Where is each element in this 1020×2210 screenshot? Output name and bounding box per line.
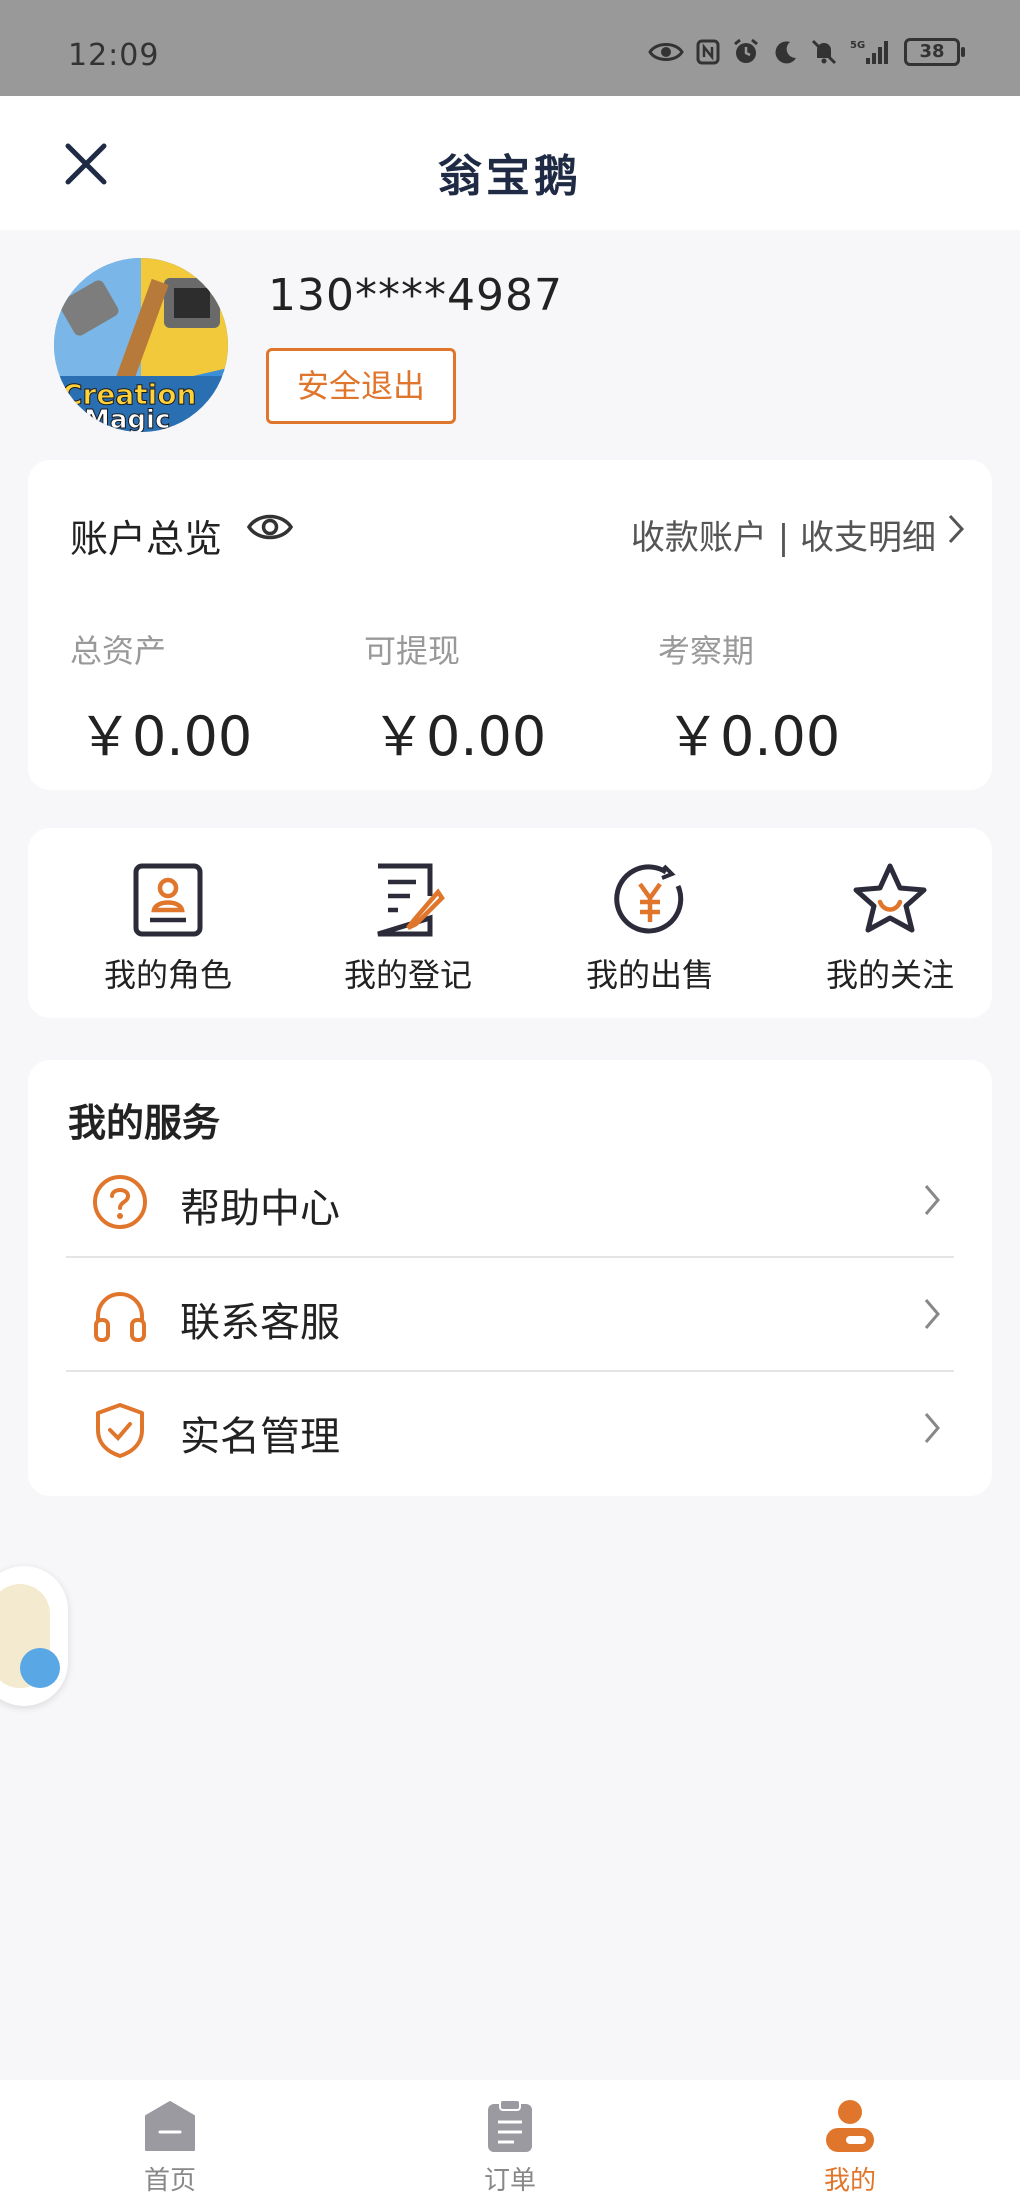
chevron-right-icon (922, 1296, 942, 1336)
service-item-real-name[interactable]: 实名管理 (66, 1372, 954, 1486)
service-item-help-center[interactable]: 帮助中心 (66, 1144, 954, 1258)
service-label-contact-support: 联系客服 (180, 1300, 340, 1346)
tab-home[interactable]: 首页 (70, 2098, 270, 2197)
total-assets-label: 总资产 (70, 632, 167, 670)
eye-toggle[interactable] (246, 510, 294, 548)
tab-profile[interactable]: 我的 (750, 2098, 950, 2197)
star-icon (853, 863, 927, 933)
floating-assistant-button[interactable] (0, 1566, 68, 1706)
svg-text:Magic: Magic (84, 405, 170, 432)
eye-icon (246, 514, 294, 540)
menu-item-my-follows[interactable]: 我的关注 (770, 862, 1010, 996)
menu-item-my-registrations[interactable]: 我的登记 (288, 862, 528, 996)
menu-label-my-follows: 我的关注 (825, 956, 954, 994)
eye-icon (648, 43, 684, 61)
user-phone: 130****4987 (268, 270, 563, 321)
floating-assistant-badge (20, 1648, 60, 1688)
total-assets-value: ￥0.00 (78, 705, 253, 768)
bottom-tab-bar: 首页 订单 我的 (0, 2080, 1020, 2210)
account-overview-card: 账户总览 收款账户 | 收支明细 总资产 ￥0.00 可提现 ￥0.00 考察期… (28, 460, 992, 790)
svg-text:5G: 5G (850, 40, 865, 51)
menu-label-my-sales: 我的出售 (585, 956, 714, 994)
review-period-value: ￥0.00 (666, 705, 841, 768)
tab-orders[interactable]: 订单 (410, 2098, 610, 2197)
chevron-right-icon (946, 512, 966, 550)
total-assets: 总资产 ￥0.00 (70, 626, 252, 771)
status-icons: 5G 38 (648, 38, 965, 66)
account-title: 账户总览 (70, 517, 223, 561)
nfc-icon (696, 39, 720, 65)
logout-button[interactable]: 安全退出 (266, 348, 456, 424)
shield-check-icon (92, 1402, 148, 1462)
menu-item-my-roles[interactable]: 我的角色 (48, 862, 288, 996)
profile-icon (826, 2100, 874, 2152)
withdrawable-label: 可提现 (364, 632, 461, 670)
account-links[interactable]: 收款账户 | 收支明细 (631, 510, 936, 559)
signal-5g-icon: 5G (850, 40, 888, 64)
tab-label-profile: 我的 (823, 2166, 876, 2196)
service-item-contact-support[interactable]: 联系客服 (66, 1258, 954, 1372)
role-icon (133, 863, 203, 937)
review-period: 考察期 ￥0.00 (658, 626, 840, 771)
menu-label-my-registrations: 我的登记 (343, 956, 472, 994)
quick-menu-card: 我的角色 我的登记 我的出售 我的关注 (28, 828, 992, 1018)
menu-item-my-sales[interactable]: 我的出售 (530, 862, 770, 996)
status-bar: 12:09 5G 38 (0, 0, 1020, 96)
battery-icon: 38 (904, 38, 965, 66)
service-label-help-center: 帮助中心 (180, 1186, 340, 1232)
alarm-icon (734, 38, 758, 63)
register-icon (377, 863, 445, 937)
chevron-right-icon (922, 1182, 942, 1222)
mute-icon (811, 39, 837, 65)
tab-label-home: 首页 (143, 2166, 196, 2196)
headset-icon (92, 1288, 148, 1348)
menu-label-my-roles: 我的角色 (103, 956, 232, 994)
review-period-label: 考察期 (658, 632, 755, 670)
services-card: 我的服务 帮助中心 联系客服 实名管理 (28, 1060, 992, 1496)
status-time: 12:09 (68, 38, 160, 73)
sale-icon (614, 864, 684, 934)
services-title: 我的服务 (68, 1101, 221, 1145)
withdrawable: 可提现 ￥0.00 (364, 626, 546, 771)
profile-header: Creation Magic 130****4987 安全退出 (0, 230, 1020, 440)
order-icon (488, 2099, 532, 2152)
moon-icon (775, 41, 796, 64)
nav-bar: 翁宝鹅 (0, 96, 1020, 230)
chevron-right-icon (922, 1410, 942, 1450)
home-icon (145, 2101, 195, 2151)
page-title: 翁宝鹅 (438, 151, 582, 202)
help-icon (92, 1174, 148, 1234)
avatar[interactable]: Creation Magic (54, 258, 228, 432)
tab-label-orders: 订单 (483, 2166, 536, 2196)
service-label-real-name: 实名管理 (180, 1414, 340, 1460)
withdrawable-value: ￥0.00 (372, 705, 547, 768)
